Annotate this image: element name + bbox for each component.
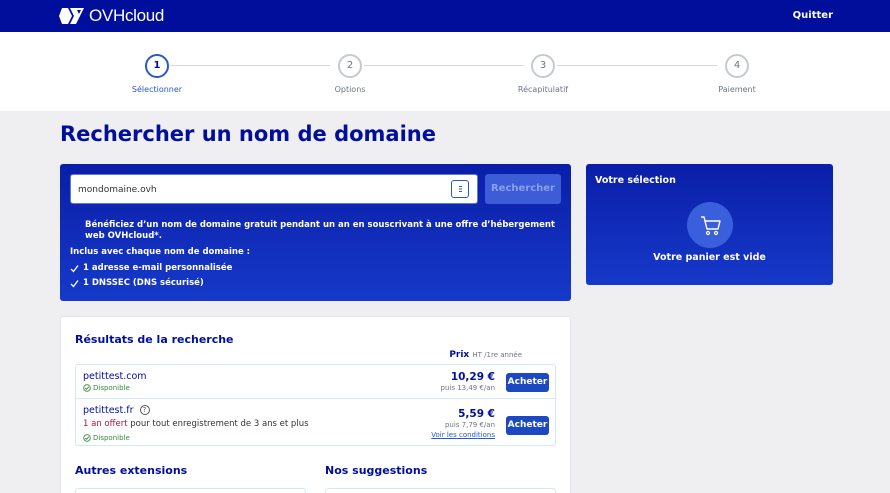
result-row: petittest.fr ? 1 an offert pour tout enr… (76, 399, 555, 445)
page-title: Rechercher un nom de domaine (60, 122, 436, 146)
hosting-promo-text: Bénéficiez d’un nom de domaine gratuit p… (85, 220, 555, 241)
domain-name: petittest.com (83, 371, 147, 382)
included-item: 1 DNSSEC (DNS sécurisé) (70, 278, 204, 288)
domain-search-panel: Rechercher Bénéficiez d’un nom de domain… (60, 164, 571, 301)
domain-price: 10,29 € (450, 371, 495, 383)
results-table: petittest.com Disponible 10,29 € puis 13… (75, 364, 556, 446)
domain-price: 5,59 € (458, 408, 495, 420)
search-box (70, 174, 478, 204)
step-label: Paiement (718, 85, 756, 94)
availability-label: Disponible (93, 384, 130, 392)
ovhcloud-logo[interactable]: OVHcloud (59, 6, 164, 26)
step-options: 2 Options (295, 54, 405, 94)
step-label: Récapitulatif (517, 85, 569, 94)
top-bar: OVHcloud Quitter (0, 0, 890, 32)
quit-button[interactable]: Quitter (793, 10, 833, 21)
price-column-header: Prix HT /1re année (449, 350, 522, 360)
offer-text: 1 an offert pour tout enregistrement de … (83, 419, 309, 429)
renewal-price: puis 13,49 €/an (440, 384, 496, 392)
result-row: petittest.com Disponible 10,29 € puis 13… (76, 365, 555, 399)
step-number: 2 (338, 54, 362, 78)
renewal-price: puis 7,79 €/an (444, 421, 495, 429)
other-extensions-list (75, 488, 306, 493)
included-title: Inclus avec chaque nom de domaine : (70, 247, 251, 257)
availability-badge: Disponible (83, 384, 130, 392)
ovhcloud-logo-icon (59, 8, 84, 24)
included-item-label: 1 DNSSEC (DNS sécurisé) (83, 278, 204, 288)
included-item: 1 adresse e-mail personnalisée (70, 263, 232, 273)
price-note: HT /1re année (472, 351, 522, 359)
list-icon (459, 186, 462, 192)
step-summary: 3 Récapitulatif (488, 54, 598, 94)
domain-search-input[interactable] (78, 181, 438, 199)
check-icon (70, 264, 79, 272)
check-icon (70, 279, 79, 287)
conditions-link[interactable]: Voir les conditions (431, 431, 495, 439)
price-label: Prix (449, 350, 470, 360)
shopping-cart-icon (701, 216, 721, 236)
availability-badge: Disponible (83, 434, 130, 442)
offer-highlight: 1 an offert (83, 419, 128, 429)
cart-title: Votre sélection (595, 175, 676, 186)
included-item-label: 1 adresse e-mail personnalisée (83, 263, 233, 273)
cart-empty-text: Votre panier est vide (653, 252, 766, 263)
bulk-search-button[interactable] (451, 180, 469, 198)
buy-button[interactable]: Acheter (506, 416, 549, 435)
step-payment: 4 Paiement (682, 54, 792, 94)
suggestions-list (325, 488, 556, 493)
step-label: Sélectionner (131, 85, 183, 94)
selection-cart: Votre sélection Votre panier est vide (586, 164, 833, 285)
search-results-card: Résultats de la recherche Prix HT /1re a… (60, 316, 571, 493)
order-stepper: 1 Sélectionner 2 Options 3 Récapitulatif… (0, 32, 890, 111)
check-circle-icon (83, 434, 91, 442)
availability-label: Disponible (93, 434, 130, 442)
search-button[interactable]: Rechercher (485, 174, 561, 204)
suggestions-title: Nos suggestions (325, 464, 428, 477)
check-circle-icon (83, 384, 91, 392)
help-icon[interactable]: ? (139, 405, 150, 415)
other-extensions-title: Autres extensions (75, 464, 188, 477)
domain-name: petittest.fr (83, 405, 134, 416)
logo-text: OVHcloud (89, 6, 165, 25)
step-label: Options (334, 85, 366, 94)
step-select[interactable]: 1 Sélectionner (102, 54, 212, 94)
cart-icon-badge (687, 202, 733, 248)
buy-button[interactable]: Acheter (506, 373, 549, 392)
step-number: 4 (725, 54, 749, 78)
step-number: 1 (145, 54, 169, 78)
results-title: Résultats de la recherche (75, 333, 234, 346)
domain-name-wrap: petittest.fr ? (83, 405, 150, 416)
offer-rest: pour tout enregistrement de 3 ans et plu… (127, 419, 309, 429)
step-number: 3 (531, 54, 555, 78)
